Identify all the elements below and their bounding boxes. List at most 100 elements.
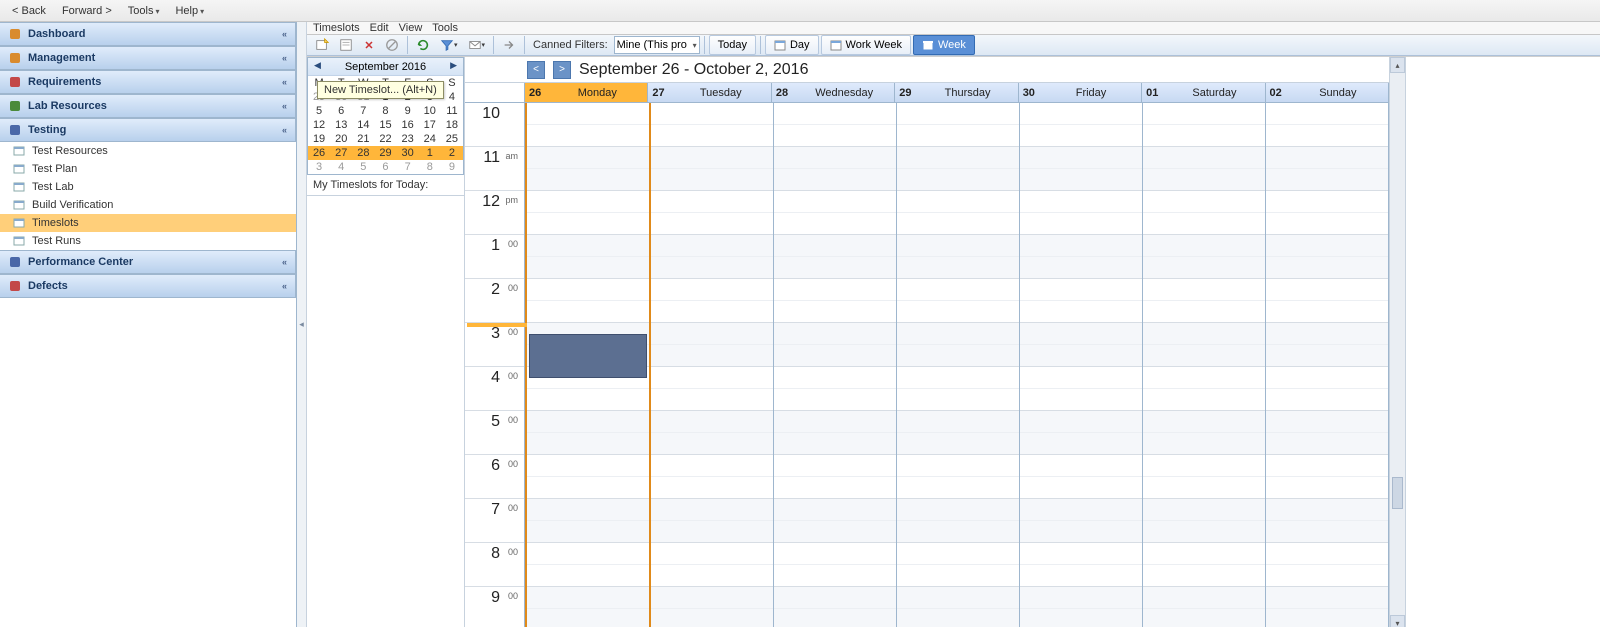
scroll-down-button[interactable]: ▾ xyxy=(1390,615,1405,627)
sidebar-group-defects[interactable]: Defects« xyxy=(0,274,296,298)
sidebar-group-lab-resources[interactable]: Lab Resources« xyxy=(0,94,296,118)
day-column[interactable] xyxy=(1143,103,1266,627)
mini-day[interactable]: 10 xyxy=(419,104,441,118)
week-view-button[interactable]: Week xyxy=(913,35,975,55)
mini-day[interactable]: 29 xyxy=(374,146,396,160)
next-month-button[interactable]: ▶ xyxy=(450,60,457,71)
menu-timeslots[interactable]: Timeslots xyxy=(313,22,360,34)
sidebar-group-management[interactable]: Management« xyxy=(0,46,296,70)
mini-day[interactable]: 8 xyxy=(374,104,396,118)
vertical-scrollbar[interactable]: ▴ ▾ xyxy=(1389,57,1405,627)
forward-button[interactable]: Forward > xyxy=(56,3,118,19)
mini-day[interactable]: 8 xyxy=(419,160,441,174)
timeslot-event[interactable] xyxy=(529,334,647,378)
mini-day[interactable]: 13 xyxy=(330,118,352,132)
menu-view[interactable]: View xyxy=(399,22,423,34)
filter-button[interactable]: ▾ xyxy=(436,35,462,55)
mini-day[interactable]: 22 xyxy=(374,132,396,146)
sidebar-item-test-plan[interactable]: Test Plan xyxy=(0,160,296,178)
cancel-button[interactable] xyxy=(381,35,403,55)
mini-day[interactable]: 1 xyxy=(419,146,441,160)
day-column[interactable] xyxy=(897,103,1020,627)
mini-day[interactable]: 6 xyxy=(330,104,352,118)
scroll-thumb[interactable] xyxy=(1392,477,1403,509)
sidebar-group-requirements[interactable]: Requirements« xyxy=(0,70,296,94)
mini-day[interactable]: 21 xyxy=(352,132,374,146)
mini-day[interactable]: 27 xyxy=(330,146,352,160)
mini-day[interactable]: 20 xyxy=(330,132,352,146)
mini-day[interactable]: 30 xyxy=(397,146,419,160)
prev-week-button[interactable]: < xyxy=(527,61,545,79)
mini-day[interactable]: 9 xyxy=(441,160,463,174)
new-timeslot-button[interactable] xyxy=(311,35,333,55)
mini-day[interactable]: 15 xyxy=(374,118,396,132)
item-icon xyxy=(12,162,26,176)
mini-day[interactable]: 7 xyxy=(397,160,419,174)
mini-day[interactable]: 7 xyxy=(352,104,374,118)
day-column[interactable] xyxy=(1020,103,1143,627)
mini-day[interactable]: 24 xyxy=(419,132,441,146)
goto-button[interactable] xyxy=(498,35,520,55)
mini-day[interactable]: 12 xyxy=(308,118,330,132)
day-header[interactable]: 01Saturday xyxy=(1142,83,1265,102)
mini-day[interactable]: 4 xyxy=(441,90,463,104)
open-button[interactable] xyxy=(335,35,357,55)
sidebar-item-test-lab[interactable]: Test Lab xyxy=(0,178,296,196)
mini-day[interactable]: 28 xyxy=(352,146,374,160)
mini-day[interactable]: 5 xyxy=(308,104,330,118)
sidebar-group-performance-center[interactable]: Performance Center« xyxy=(0,250,296,274)
mini-day[interactable]: 6 xyxy=(374,160,396,174)
mini-day[interactable]: 16 xyxy=(397,118,419,132)
tools-menu[interactable]: Tools▾ xyxy=(122,3,166,19)
new-icon xyxy=(315,38,329,52)
mini-day[interactable]: 17 xyxy=(419,118,441,132)
mini-day[interactable]: 25 xyxy=(441,132,463,146)
day-header[interactable]: 26Monday xyxy=(525,83,648,102)
prev-month-button[interactable]: ◀ xyxy=(314,60,321,71)
day-header[interactable]: 28Wednesday xyxy=(772,83,895,102)
day-column[interactable] xyxy=(774,103,897,627)
item-icon xyxy=(12,144,26,158)
mini-day[interactable]: 26 xyxy=(308,146,330,160)
scroll-up-button[interactable]: ▴ xyxy=(1390,57,1405,73)
canned-filters-select[interactable]: Mine (This pro▾ xyxy=(614,36,700,54)
today-button[interactable]: Today xyxy=(709,35,756,55)
mini-day[interactable]: 11 xyxy=(441,104,463,118)
sidebar-group-testing[interactable]: Testing« xyxy=(0,118,296,142)
day-view-button[interactable]: Day xyxy=(765,35,819,55)
mini-day[interactable]: 5 xyxy=(352,160,374,174)
splitter[interactable]: ◂ xyxy=(297,22,307,627)
form-icon xyxy=(339,38,353,52)
delete-button[interactable]: ✕ xyxy=(359,35,379,55)
day-header[interactable]: 29Thursday xyxy=(895,83,1018,102)
day-column[interactable] xyxy=(1266,103,1389,627)
mini-day[interactable]: 4 xyxy=(330,160,352,174)
day-header[interactable]: 27Tuesday xyxy=(648,83,771,102)
mini-day[interactable]: 2 xyxy=(441,146,463,160)
refresh-button[interactable] xyxy=(412,35,434,55)
help-menu[interactable]: Help▾ xyxy=(169,3,210,19)
mini-day[interactable]: 9 xyxy=(397,104,419,118)
group-icon xyxy=(8,75,22,89)
next-week-button[interactable]: > xyxy=(553,61,571,79)
day-header[interactable]: 02Sunday xyxy=(1266,83,1389,102)
mini-day[interactable]: 3 xyxy=(308,160,330,174)
email-button[interactable]: ▾ xyxy=(464,35,490,55)
mini-day[interactable]: 23 xyxy=(397,132,419,146)
mini-day[interactable]: 19 xyxy=(308,132,330,146)
menu-edit[interactable]: Edit xyxy=(370,22,389,34)
sidebar-item-test-runs[interactable]: Test Runs xyxy=(0,232,296,250)
back-button[interactable]: < Back xyxy=(6,3,52,19)
mini-day[interactable]: 18 xyxy=(441,118,463,132)
sidebar-item-build-verification[interactable]: Build Verification xyxy=(0,196,296,214)
sidebar-item-timeslots[interactable]: Timeslots xyxy=(0,214,296,232)
workweek-view-button[interactable]: Work Week xyxy=(821,35,911,55)
group-icon xyxy=(8,51,22,65)
sidebar-item-test-resources[interactable]: Test Resources xyxy=(0,142,296,160)
day-column[interactable] xyxy=(525,103,651,627)
menu-tools[interactable]: Tools xyxy=(432,22,458,34)
mini-day[interactable]: 14 xyxy=(352,118,374,132)
day-header[interactable]: 30Friday xyxy=(1019,83,1142,102)
day-column[interactable] xyxy=(651,103,774,627)
sidebar-group-dashboard[interactable]: Dashboard« xyxy=(0,22,296,46)
